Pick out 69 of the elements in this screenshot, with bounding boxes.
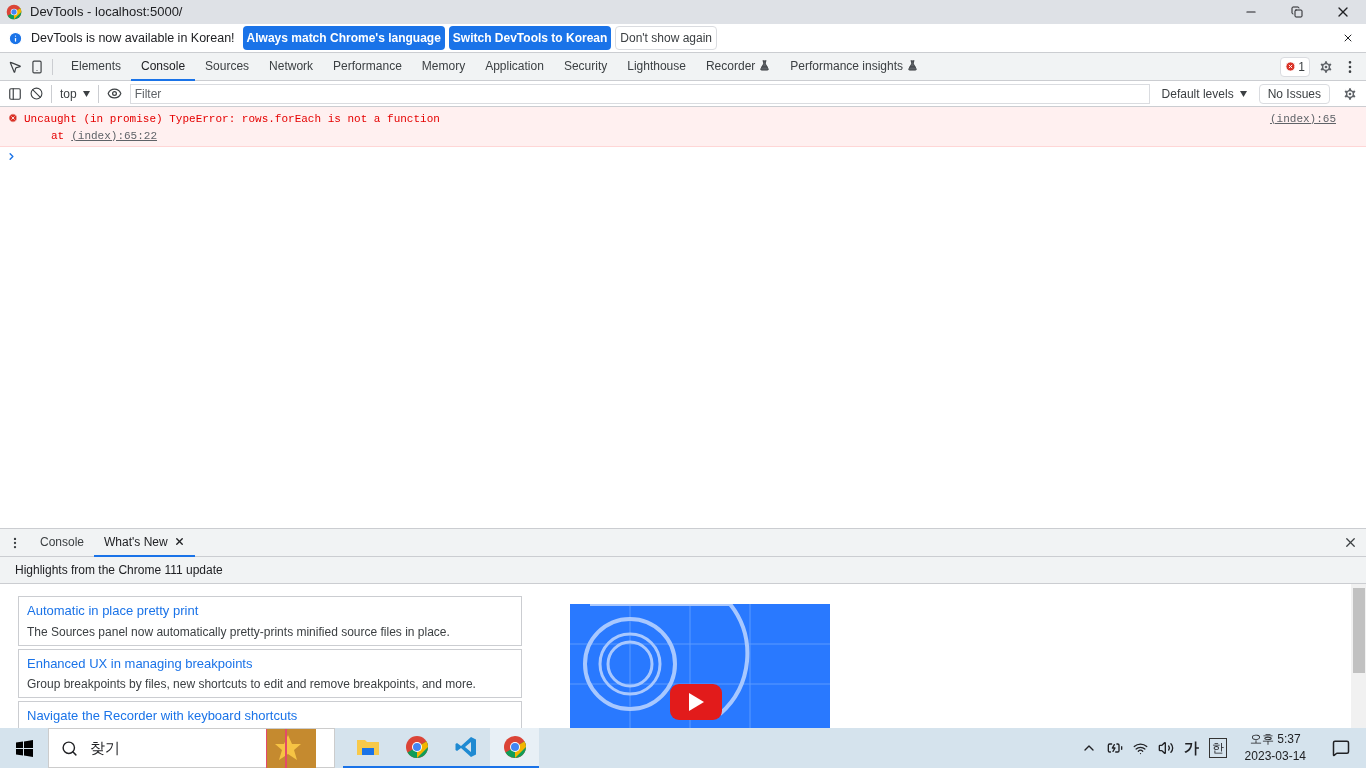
settings-icon[interactable]: [1318, 58, 1334, 75]
stack-link[interactable]: (index):65:22: [71, 127, 158, 144]
clear-icon[interactable]: [30, 87, 43, 100]
filter-field[interactable]: Filter: [129, 83, 1150, 104]
caret-icon: [82, 90, 90, 97]
source-link[interactable]: (index):65: [1270, 111, 1336, 144]
panel-tab[interactable]: Memory: [411, 52, 476, 81]
battery-icon[interactable]: [1106, 740, 1123, 756]
chrome-icon: [502, 735, 527, 759]
restore-icon: [1291, 6, 1303, 18]
infobar-button[interactable]: Always match Chrome's language: [242, 26, 445, 50]
info-icon: [8, 30, 23, 46]
inspect-icon[interactable]: [8, 59, 22, 74]
close-icon[interactable]: [1343, 535, 1358, 550]
taskbar-search-field[interactable]: 찾기: [48, 728, 335, 768]
panel-tab[interactable]: Elements: [61, 52, 132, 81]
chrome-logo-icon: [6, 4, 22, 20]
wifi-icon[interactable]: [1132, 740, 1148, 756]
panel-tab[interactable]: Performance insights: [780, 52, 929, 81]
feature-card[interactable]: Enhanced UX in managing breakpoints Group breakpoints by files, new shortcuts to edit and remove breakpoints, and more.: [18, 648, 522, 698]
search-icon: [61, 739, 78, 757]
prompt-icon: [6, 151, 17, 162]
close-icon[interactable]: [1342, 32, 1354, 44]
ime-indicator[interactable]: 한: [1208, 738, 1227, 758]
infobar-message: DevTools is now available in Korean!: [31, 29, 235, 47]
folder-icon: [355, 737, 380, 757]
card-title[interactable]: Navigate the Recorder with keyboard shortcuts: [27, 706, 513, 726]
feature-card[interactable]: Automatic in place pretty print The Sources panel now automatically pretty-prints minified source files in place.: [18, 596, 522, 646]
taskbar-app[interactable]: [490, 728, 539, 768]
panel-tab[interactable]: Lighthouse: [617, 52, 696, 81]
context-dropdown[interactable]: top: [51, 84, 99, 103]
panel-tab[interactable]: Security: [553, 52, 618, 81]
issues-button[interactable]: No Issues: [1258, 83, 1330, 104]
error-icon: [8, 113, 18, 123]
ime-mode[interactable]: 가: [1183, 736, 1199, 760]
clock-date: 2023-03-14: [1244, 748, 1306, 765]
infobar-button[interactable]: Don't show again: [615, 26, 717, 50]
error-count-badge[interactable]: 1: [1280, 56, 1310, 77]
sidebar-icon[interactable]: [8, 86, 22, 101]
windows-logo-icon: [15, 739, 33, 757]
device-icon[interactable]: [30, 59, 44, 74]
window-title: DevTools - localhost:5000/: [30, 3, 183, 22]
header-text: Highlights from the Chrome 111 update: [15, 562, 223, 579]
panel-tab[interactable]: Network: [259, 52, 324, 81]
star-decoration-icon: [266, 729, 316, 768]
panel-tab[interactable]: Recorder: [695, 52, 781, 81]
card-title[interactable]: Automatic in place pretty print: [27, 601, 513, 621]
drawer-tab[interactable]: Console: [30, 528, 95, 557]
search-placeholder: 찾기: [90, 737, 120, 758]
panel-tab[interactable]: Performance: [323, 52, 412, 81]
infobar-button[interactable]: Switch DevTools to Korean: [448, 26, 612, 50]
panel-tab[interactable]: Application: [475, 52, 554, 81]
chrome-icon: [404, 735, 429, 759]
stack-prefix: at: [51, 128, 65, 144]
levels-dropdown[interactable]: Default levels: [1157, 84, 1251, 103]
code-editor-icon: [453, 735, 478, 759]
volume-icon[interactable]: [1157, 740, 1174, 756]
eye-icon[interactable]: [106, 86, 122, 101]
close-icon[interactable]: [173, 536, 185, 547]
panel-tab[interactable]: Sources: [195, 52, 260, 81]
notifications-icon[interactable]: [1332, 739, 1350, 757]
panel-tab[interactable]: Console: [131, 52, 196, 81]
card-description: The Sources panel now automatically pretty-prints minified source files in place.: [27, 623, 451, 641]
clock[interactable]: 오후 5:37 2023-03-14: [1236, 731, 1314, 765]
card-description: Group breakpoints by files, new shortcuts to edit and remove breakpoints, and more.: [27, 676, 477, 693]
card-title[interactable]: Enhanced UX in managing breakpoints: [27, 653, 513, 673]
error-text: Uncaught (in promise) TypeError: rows.forEach is not a function: [24, 112, 440, 127]
caret-icon: [1239, 90, 1247, 97]
clock-time: 오후 5:37: [1249, 731, 1301, 748]
